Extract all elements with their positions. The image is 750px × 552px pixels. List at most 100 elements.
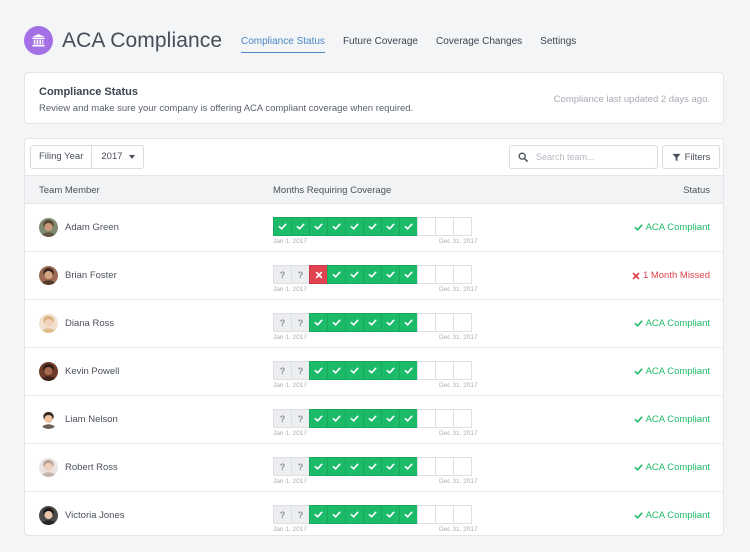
month-unknown-cell: ? — [273, 265, 292, 284]
months-coverage-bar: ?? — [273, 265, 472, 284]
coverage-start-date: Jan 1, 2017 — [273, 238, 307, 245]
month-covered-check-icon — [363, 361, 382, 380]
search-input[interactable] — [536, 152, 646, 162]
status-text: ACA Compliant — [645, 366, 710, 377]
month-covered-check-icon — [363, 505, 382, 524]
month-unknown-cell: ? — [273, 361, 292, 380]
month-covered-check-icon — [345, 457, 364, 476]
month-covered-check-icon — [399, 409, 418, 428]
avatar — [39, 266, 58, 285]
month-covered-check-icon — [345, 409, 364, 428]
month-covered-check-icon — [363, 457, 382, 476]
status-text: ACA Compliant — [645, 222, 710, 233]
avatar — [39, 458, 58, 477]
month-covered-check-icon — [327, 457, 346, 476]
avatar — [39, 410, 58, 429]
month-future-cell — [435, 313, 454, 332]
month-covered-check-icon — [381, 457, 400, 476]
coverage-start-date: Jan 1, 2017 — [273, 334, 307, 341]
filters-label: Filters — [684, 151, 711, 163]
tab-settings[interactable]: Settings — [540, 36, 576, 53]
month-covered-check-icon — [345, 313, 364, 332]
months-coverage-bar: ?? — [273, 505, 472, 524]
tab-coverage-changes[interactable]: Coverage Changes — [436, 36, 522, 53]
coverage-start-date: Jan 1, 2017 — [273, 382, 307, 389]
check-icon — [634, 320, 643, 327]
coverage-end-date: Dec 31, 2017 — [439, 238, 478, 245]
month-covered-check-icon — [309, 457, 328, 476]
table-row[interactable]: Robert Ross?? Jan 1, 2017 Dec 31, 2017 ACA … — [25, 444, 723, 492]
months-coverage-bar: ?? — [273, 409, 472, 428]
coverage-end-date: Dec 31, 2017 — [439, 526, 478, 533]
month-covered-check-icon — [399, 217, 418, 236]
month-future-cell — [453, 217, 472, 236]
coverage-end-date: Dec 31, 2017 — [439, 430, 478, 437]
month-unknown-cell: ? — [273, 457, 292, 476]
coverage-start-date: Jan 1, 2017 — [273, 286, 307, 293]
month-unknown-cell: ? — [291, 361, 310, 380]
header-team-member: Team Member — [39, 185, 100, 196]
tab-future-coverage[interactable]: Future Coverage — [343, 36, 418, 53]
table-row[interactable]: Adam Green Jan 1, 2017 Dec 31, 2017 ACA Com… — [25, 204, 723, 252]
table-row[interactable]: Liam Nelson?? Jan 1, 2017 Dec 31, 2017 ACA … — [25, 396, 723, 444]
month-covered-check-icon — [309, 409, 328, 428]
check-icon — [634, 416, 643, 423]
month-covered-check-icon — [327, 409, 346, 428]
months-coverage-bar: ?? — [273, 361, 472, 380]
table-header: Team Member Months Requiring Coverage St… — [25, 175, 723, 204]
month-future-cell — [453, 265, 472, 284]
avatar — [39, 314, 58, 333]
month-covered-check-icon — [291, 217, 310, 236]
check-icon — [634, 224, 643, 231]
month-covered-check-icon — [363, 409, 382, 428]
year-value: 2017 — [101, 151, 123, 162]
month-future-cell — [417, 409, 436, 428]
status-badge: ACA Compliant — [634, 462, 710, 473]
month-future-cell — [435, 409, 454, 428]
nav-tabs: Compliance Status Future Coverage Covera… — [241, 36, 594, 53]
filters-button[interactable]: Filters — [662, 145, 720, 169]
month-future-cell — [435, 217, 454, 236]
month-covered-check-icon — [363, 313, 382, 332]
year-dropdown[interactable]: 2017 — [92, 146, 142, 168]
months-coverage-bar: ?? — [273, 313, 472, 332]
team-member-name: Kevin Powell — [65, 366, 120, 377]
coverage-start-date: Jan 1, 2017 — [273, 478, 307, 485]
month-covered-check-icon — [327, 313, 346, 332]
table-row[interactable]: Kevin Powell?? Jan 1, 2017 Dec 31, 2017 ACA… — [25, 348, 723, 396]
search-box[interactable] — [509, 145, 658, 169]
table-toolbar: Filing Year 2017 Filters — [25, 139, 723, 175]
month-covered-check-icon — [381, 409, 400, 428]
app-logo — [24, 26, 53, 55]
compliance-status-card: Compliance Status Review and make sure y… — [24, 72, 724, 124]
month-future-cell — [417, 457, 436, 476]
status-badge: ACA Compliant — [634, 222, 710, 233]
table-row[interactable]: Brian Foster?? Jan 1, 2017 Dec 31, 2017 1 M… — [25, 252, 723, 300]
status-text: ACA Compliant — [645, 414, 710, 425]
status-badge: ACA Compliant — [634, 414, 710, 425]
coverage-end-date: Dec 31, 2017 — [439, 334, 478, 341]
avatar — [39, 218, 58, 237]
check-icon — [634, 368, 643, 375]
month-unknown-cell: ? — [291, 457, 310, 476]
month-future-cell — [453, 313, 472, 332]
app-title: ACA Compliance — [62, 29, 223, 52]
month-unknown-cell: ? — [273, 409, 292, 428]
month-covered-check-icon — [399, 361, 418, 380]
table-row[interactable]: Diana Ross?? Jan 1, 2017 Dec 31, 2017 ACA C… — [25, 300, 723, 348]
status-text: ACA Compliant — [645, 318, 710, 329]
building-columns-icon — [31, 33, 46, 47]
status-card-description: Review and make sure your company is off… — [39, 103, 414, 114]
team-member-name: Robert Ross — [65, 462, 118, 473]
month-covered-check-icon — [309, 361, 328, 380]
month-covered-check-icon — [399, 313, 418, 332]
status-badge: ACA Compliant — [634, 510, 710, 521]
tab-compliance-status[interactable]: Compliance Status — [241, 36, 325, 53]
month-future-cell — [453, 409, 472, 428]
month-future-cell — [453, 505, 472, 524]
status-badge: ACA Compliant — [634, 366, 710, 377]
team-member-name: Adam Green — [65, 222, 119, 233]
month-unknown-cell: ? — [291, 313, 310, 332]
header-status: Status — [683, 185, 710, 196]
table-row[interactable]: Victoria Jones?? Jan 1, 2017 Dec 31, 2017 A… — [25, 492, 723, 535]
